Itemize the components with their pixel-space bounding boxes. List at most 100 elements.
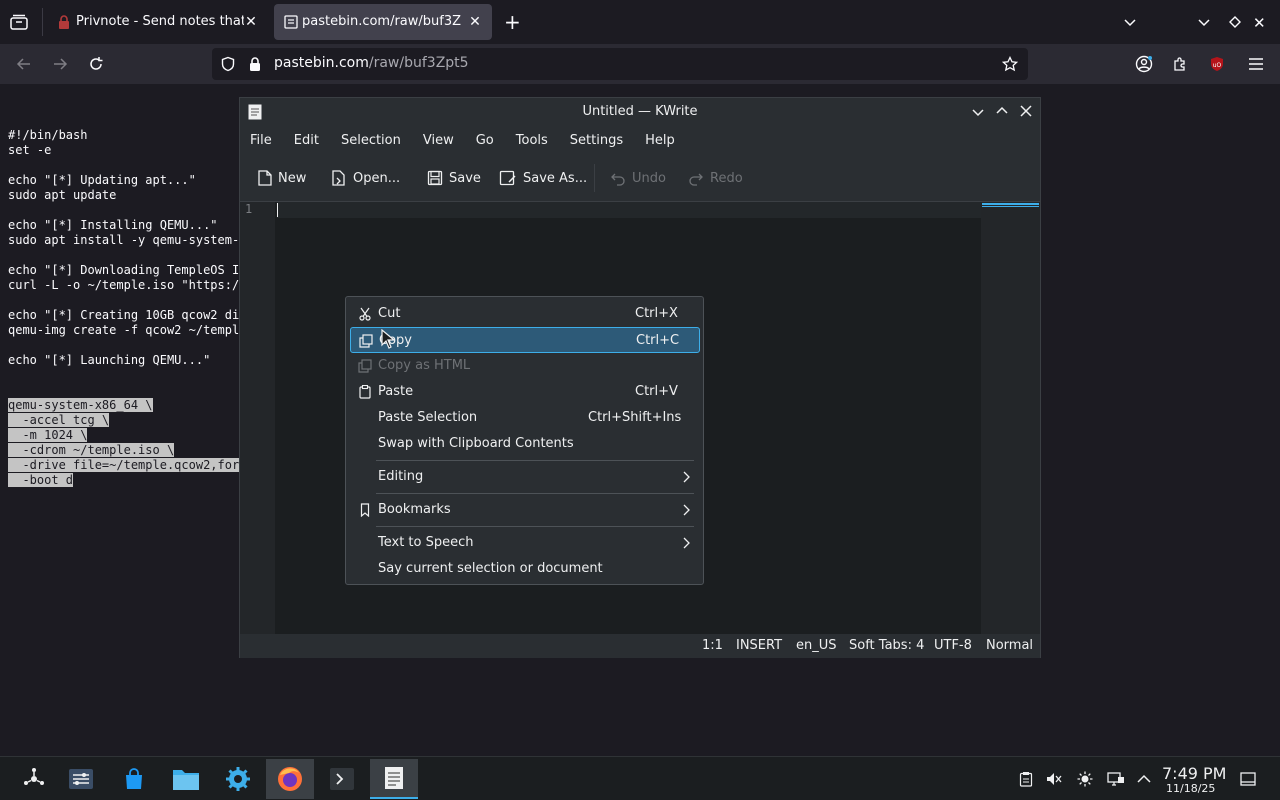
lock-icon[interactable]	[248, 56, 262, 72]
clipboard-tray-icon[interactable]	[1018, 771, 1034, 787]
redo-button[interactable]: Redo	[688, 168, 743, 188]
account-icon[interactable]	[1130, 50, 1158, 78]
hamburger-menu-icon[interactable]	[1242, 50, 1270, 78]
copy-icon	[359, 334, 373, 348]
menu-edit[interactable]: Edit	[294, 133, 330, 148]
forward-arrow-icon[interactable]	[46, 50, 74, 78]
taskbar: 7:49 PM 11/18/25	[0, 756, 1280, 800]
editor-context-menu: Cut Ctrl+X Copy Ctrl+C Copy as HTML Past…	[345, 296, 704, 585]
menu-view[interactable]: View	[423, 133, 465, 148]
extensions-puzzle-icon[interactable]	[1166, 50, 1194, 78]
indentation-mode[interactable]: Soft Tabs: 4	[849, 638, 924, 653]
minimap-view-indicator	[982, 203, 1039, 207]
save-as-button[interactable]: Save As...	[499, 168, 587, 188]
submenu-arrow-icon	[683, 504, 690, 516]
discover-store-icon[interactable]	[110, 759, 158, 799]
script-line	[8, 293, 239, 308]
network-wired-icon[interactable]	[1107, 771, 1124, 787]
input-mode[interactable]: INSERT	[736, 638, 782, 653]
kwrite-title-bar[interactable]: Untitled — KWrite	[240, 98, 1040, 126]
menu-item-label: Text to Speech	[378, 535, 474, 550]
menu-tools[interactable]: Tools	[516, 133, 559, 148]
new-button[interactable]: New	[258, 168, 306, 188]
menu-help[interactable]: Help	[645, 133, 686, 148]
tray-expand-chevron-icon[interactable]	[1136, 771, 1152, 787]
tab-pastebin[interactable]: pastebin.com/raw/buf3Zpt ✕	[274, 4, 492, 40]
menu-item-swap-clipboard[interactable]: Swap with Clipboard Contents	[350, 431, 700, 457]
tab-close-icon[interactable]: ✕	[242, 13, 260, 31]
menu-item-say-selection[interactable]: Say current selection or document	[350, 556, 700, 582]
bookmark-star-icon[interactable]	[1002, 56, 1018, 72]
clock-time[interactable]: 7:49 PM	[1162, 764, 1226, 783]
url-bar[interactable]: pastebin.com/raw/buf3Zpt5	[212, 48, 1028, 80]
script-text: #!/bin/bash set -e echo "[*] Updating apt…	[8, 98, 240, 518]
cursor-position[interactable]: 1:1	[702, 638, 723, 653]
clock-date[interactable]: 11/18/25	[1166, 782, 1215, 795]
tab-list-chevron-icon[interactable]	[1122, 14, 1138, 30]
back-arrow-icon[interactable]	[10, 50, 38, 78]
menu-item-text-to-speech[interactable]: Text to Speech	[350, 530, 700, 556]
save-button[interactable]: Save	[427, 168, 481, 188]
script-line	[8, 203, 239, 218]
tab-overview-icon[interactable]	[10, 14, 28, 30]
new-document-icon	[258, 170, 272, 186]
firefox-taskbar-icon[interactable]	[266, 759, 314, 799]
volume-muted-icon[interactable]	[1046, 771, 1062, 787]
menu-settings[interactable]: Settings	[570, 133, 634, 148]
terminal-icon[interactable]	[318, 759, 366, 799]
kwrite-maximize-icon[interactable]	[996, 105, 1008, 117]
show-desktop-icon[interactable]	[1240, 771, 1256, 787]
menu-item-shortcut: Ctrl+V	[635, 384, 678, 399]
kwrite-menu-bar: File Edit Selection View Go Tools Settin…	[240, 126, 1040, 154]
new-tab-button[interactable]: +	[504, 10, 521, 34]
menu-item-shortcut: Ctrl+X	[635, 306, 678, 321]
dictionary[interactable]: en_US	[796, 638, 837, 653]
kwrite-close-icon[interactable]	[1020, 105, 1032, 117]
app-launcher-icon[interactable]	[10, 759, 58, 799]
highlight-mode[interactable]: Normal	[986, 638, 1033, 653]
script-line: echo "[*] Installing QEMU..."	[8, 218, 218, 232]
redo-icon	[689, 173, 703, 186]
script-line: sudo apt update	[8, 188, 117, 202]
shield-icon[interactable]	[220, 56, 236, 72]
file-manager-icon[interactable]	[162, 759, 210, 799]
undo-label: Undo	[632, 170, 666, 186]
menu-item-paste-selection[interactable]: Paste Selection Ctrl+Shift+Ins	[350, 405, 700, 431]
menu-item-bookmarks[interactable]: Bookmarks	[350, 497, 700, 523]
menu-item-copy-as-html[interactable]: Copy as HTML	[350, 353, 700, 379]
selected-script-line: -drive file=~/temple.qcow2,for	[8, 458, 240, 472]
settings-gear-icon[interactable]	[214, 759, 262, 799]
script-line: sudo apt install -y qemu-system-	[8, 233, 240, 247]
menu-go[interactable]: Go	[476, 133, 505, 148]
minimap[interactable]	[981, 202, 1040, 634]
window-close-icon[interactable]: ✕	[1253, 14, 1266, 32]
menu-item-shortcut: Ctrl+C	[636, 333, 680, 348]
menu-item-cut[interactable]: Cut Ctrl+X	[350, 301, 700, 327]
kwrite-minimize-icon[interactable]	[972, 106, 984, 118]
url-text: pastebin.com/raw/buf3Zpt5	[274, 55, 469, 71]
script-line: set -e	[8, 143, 52, 157]
tab-title: Privnote - Send notes that	[76, 14, 244, 29]
tab-close-icon[interactable]: ✕	[466, 13, 484, 31]
window-maximize-icon[interactable]	[1228, 15, 1242, 29]
menu-file[interactable]: File	[250, 133, 283, 148]
copy-icon	[358, 359, 372, 373]
kwrite-taskbar-icon[interactable]	[370, 759, 418, 799]
system-settings-taskbar-icon[interactable]	[57, 759, 105, 799]
menu-selection[interactable]: Selection	[341, 133, 412, 148]
window-minimize-icon[interactable]	[1196, 14, 1212, 30]
ublock-origin-icon[interactable]: uO	[1203, 50, 1231, 78]
menu-item-editing[interactable]: Editing	[350, 464, 700, 490]
new-label: New	[278, 170, 307, 186]
selected-script-line: qemu-system-x86_64 \	[8, 398, 153, 412]
tab-privnote[interactable]: Privnote - Send notes that ✕	[48, 4, 268, 40]
kwrite-title: Untitled — KWrite	[582, 104, 698, 119]
open-button[interactable]: Open...	[331, 168, 400, 188]
menu-item-copy[interactable]: Copy Ctrl+C	[350, 327, 700, 353]
menu-separator	[376, 460, 694, 461]
reload-icon[interactable]	[82, 50, 110, 78]
undo-button[interactable]: Undo	[610, 168, 666, 188]
encoding[interactable]: UTF-8	[934, 638, 972, 653]
menu-item-paste[interactable]: Paste Ctrl+V	[350, 379, 700, 405]
brightness-icon[interactable]	[1077, 771, 1093, 787]
